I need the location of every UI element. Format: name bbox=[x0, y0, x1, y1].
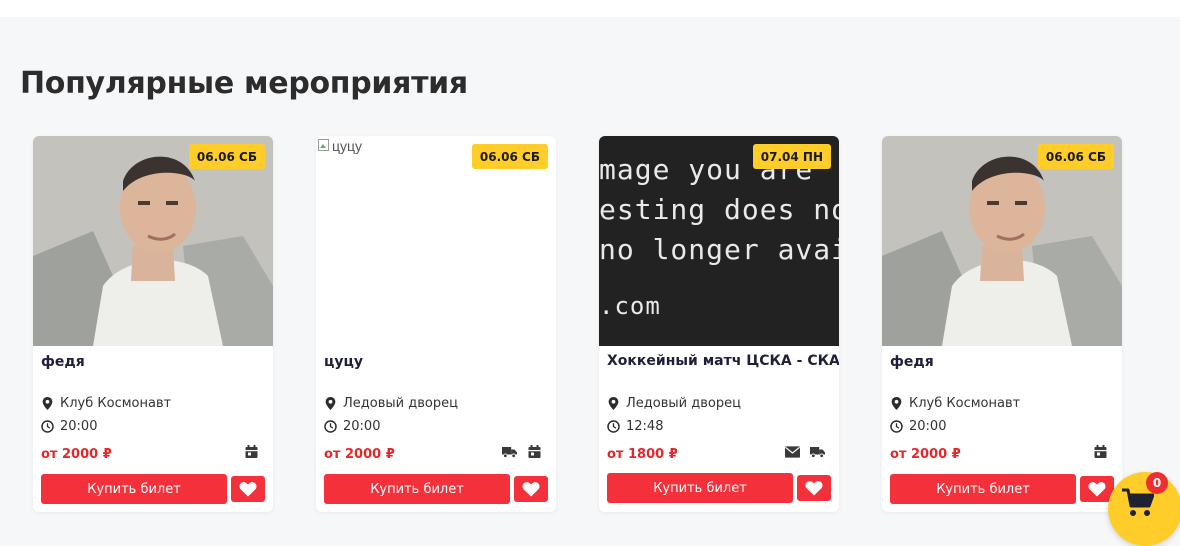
heart-icon bbox=[1088, 482, 1106, 497]
event-place: Клуб Космонавт bbox=[41, 396, 171, 411]
favorite-button[interactable] bbox=[514, 476, 548, 502]
place-label: Клуб Космонавт bbox=[60, 396, 172, 411]
place-label: Ледовый дворец bbox=[626, 396, 741, 411]
top-bar bbox=[0, 0, 1180, 17]
buy-ticket-button[interactable]: Купить билет bbox=[607, 473, 793, 503]
event-place: Ледовый дворец bbox=[324, 396, 458, 411]
broken-image: цуцу bbox=[318, 138, 362, 154]
event-title[interactable]: цуцу bbox=[324, 354, 363, 370]
truck-icon bbox=[502, 447, 517, 459]
truck-icon bbox=[810, 447, 825, 459]
clock-icon bbox=[607, 420, 620, 433]
cart-count-badge: 0 bbox=[1146, 472, 1168, 494]
buy-ticket-button[interactable]: Купить билет bbox=[324, 474, 510, 504]
placeholder-image-text: mage you are esting does not no longer a… bbox=[599, 150, 839, 326]
cart-button[interactable] bbox=[1108, 472, 1180, 546]
clock-icon bbox=[324, 420, 337, 433]
location-pin-icon bbox=[42, 397, 53, 410]
event-card[interactable]: цуцу 06.06 СБ цуцу Ледовый дворец 20:00 … bbox=[316, 136, 556, 512]
time-label: 20:00 bbox=[343, 419, 381, 434]
price-label: от 1800 ₽ bbox=[607, 447, 678, 462]
calendar-icon bbox=[528, 445, 541, 458]
clock-icon bbox=[41, 420, 54, 433]
event-image[interactable]: 06.06 СБ bbox=[33, 136, 273, 346]
feature-icons bbox=[785, 445, 825, 459]
calendar-icon bbox=[1094, 445, 1107, 458]
place-label: Клуб Космонавт bbox=[909, 396, 1021, 411]
heart-icon bbox=[805, 481, 823, 496]
event-time: 20:00 bbox=[324, 419, 380, 434]
event-card[interactable]: 06.06 СБ федя Клуб Космонавт 20:00 от 20… bbox=[882, 136, 1122, 512]
price-label: от 2000 ₽ bbox=[890, 447, 961, 462]
placeholder-line: .com bbox=[599, 292, 661, 320]
placeholder-line: no longer availa bbox=[599, 233, 839, 266]
time-label: 20:00 bbox=[909, 419, 947, 434]
event-place: Ледовый дворец bbox=[607, 396, 741, 411]
date-badge: 06.06 СБ bbox=[471, 144, 548, 169]
place-label: Ледовый дворец bbox=[343, 396, 458, 411]
event-time: 12:48 bbox=[607, 419, 663, 434]
event-place: Клуб Космонавт bbox=[890, 396, 1020, 411]
broken-image-icon bbox=[318, 139, 329, 151]
buy-ticket-button[interactable]: Купить билет bbox=[890, 474, 1076, 504]
feature-icons bbox=[1093, 445, 1108, 459]
location-pin-icon bbox=[891, 397, 902, 410]
heart-icon bbox=[522, 482, 540, 497]
event-title[interactable]: Хоккейный матч ЦСКА - СКА bbox=[607, 353, 839, 369]
clock-icon bbox=[890, 420, 903, 433]
cart-icon bbox=[1122, 488, 1154, 516]
event-image[interactable]: 06.06 СБ bbox=[882, 136, 1122, 346]
date-badge: 06.06 СБ bbox=[188, 144, 265, 169]
favorite-button[interactable] bbox=[231, 476, 265, 502]
date-badge: 06.06 СБ bbox=[1037, 144, 1114, 169]
feature-icons bbox=[244, 445, 259, 459]
event-card[interactable]: mage you are esting does not no longer a… bbox=[599, 136, 839, 512]
image-alt-text: цуцу bbox=[332, 138, 363, 154]
location-pin-icon bbox=[608, 397, 619, 410]
calendar-icon bbox=[245, 445, 258, 458]
price-label: от 2000 ₽ bbox=[41, 447, 112, 462]
mail-icon bbox=[785, 446, 800, 458]
placeholder-line: esting does not bbox=[599, 193, 839, 226]
price-label: от 2000 ₽ bbox=[324, 447, 395, 462]
event-image[interactable]: цуцу 06.06 СБ bbox=[316, 136, 556, 346]
event-title[interactable]: федя bbox=[41, 354, 85, 370]
section-title: Популярные мероприятия bbox=[20, 66, 468, 101]
favorite-button[interactable] bbox=[797, 475, 831, 501]
heart-icon bbox=[239, 482, 257, 497]
time-label: 12:48 bbox=[626, 419, 664, 434]
event-time: 20:00 bbox=[41, 419, 97, 434]
buy-ticket-button[interactable]: Купить билет bbox=[41, 474, 227, 504]
event-image[interactable]: mage you are esting does not no longer a… bbox=[599, 136, 839, 346]
event-card[interactable]: 06.06 СБ федя Клуб Космонавт 20:00 от 20… bbox=[33, 136, 273, 512]
time-label: 20:00 bbox=[60, 419, 98, 434]
feature-icons bbox=[502, 445, 542, 459]
location-pin-icon bbox=[325, 397, 336, 410]
date-badge: 07.04 ПН bbox=[752, 144, 831, 169]
event-time: 20:00 bbox=[890, 419, 946, 434]
event-title[interactable]: федя bbox=[890, 354, 934, 370]
